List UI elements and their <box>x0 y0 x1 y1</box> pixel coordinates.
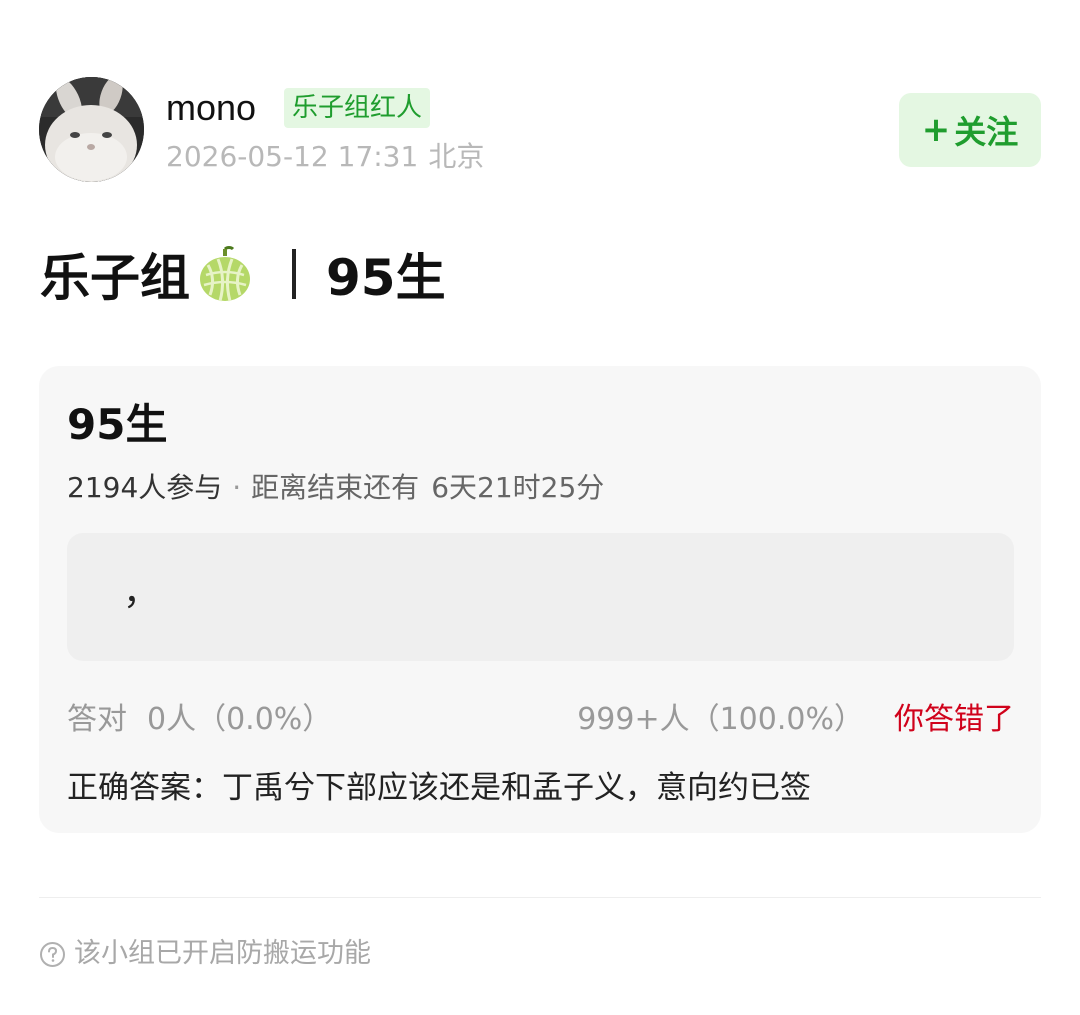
post-timestamp: 2026-05-12 17:31 <box>166 140 419 173</box>
question-circle-icon <box>39 941 66 968</box>
correct-stats: 答对 0人（0.0%） <box>67 700 332 740</box>
title-separator <box>292 249 296 299</box>
wrong-stats: 999+人（100.0%） 你答错了 <box>577 700 1014 740</box>
participant-count: 2194人参与 <box>67 471 223 504</box>
follow-label: 关注 <box>954 113 1019 151</box>
countdown-label: 距离结束还有 <box>251 471 420 504</box>
divider <box>39 897 1041 898</box>
quiz-card[interactable]: 95生 2194人参与 · 距离结束还有 6天21时25分 ， 答对 0人（0.0%） … <box>39 366 1041 833</box>
author-avatar[interactable] <box>39 77 144 182</box>
anti-repost-note[interactable]: 该小组已开启防搬运功能 <box>39 936 371 972</box>
stats-separator: · <box>232 471 242 504</box>
melon-icon <box>196 245 254 303</box>
correct-count: 0人（0.0%） <box>147 702 333 737</box>
post-title-topic: 95生 <box>326 249 446 307</box>
author-name[interactable]: mono <box>166 86 256 130</box>
wrong-result-label: 你答错了 <box>894 702 1014 737</box>
quiz-stats: 2194人参与 · 距离结束还有 6天21时25分 <box>67 470 604 506</box>
countdown-value: 6天21时25分 <box>431 471 605 504</box>
post-location: 北京 <box>428 140 485 173</box>
anti-repost-text: 该小组已开启防搬运功能 <box>74 938 371 969</box>
quiz-title: 95生 <box>67 400 168 449</box>
submitted-answer-text: ， <box>123 572 160 613</box>
correct-label: 答对 <box>67 702 127 737</box>
follow-button[interactable]: + 关注 <box>899 93 1041 167</box>
submitted-answer-box: ， <box>67 533 1014 661</box>
post-meta: 2026-05-12 17:31 北京 <box>166 140 484 174</box>
correct-answer: 正确答案：丁禹兮下部应该还是和孟子义，意向约已签 <box>67 770 811 806</box>
post-title: 乐子组 95生 <box>40 238 446 310</box>
rabbit-avatar-image <box>39 77 144 182</box>
post-title-group: 乐子组 <box>40 249 190 307</box>
plus-icon: + <box>921 110 951 150</box>
wrong-count: 999+人（100.0%） <box>577 702 864 737</box>
author-group-badge: 乐子组红人 <box>284 88 431 128</box>
result-row: 答对 0人（0.0%） 999+人（100.0%） 你答错了 <box>67 700 1014 740</box>
